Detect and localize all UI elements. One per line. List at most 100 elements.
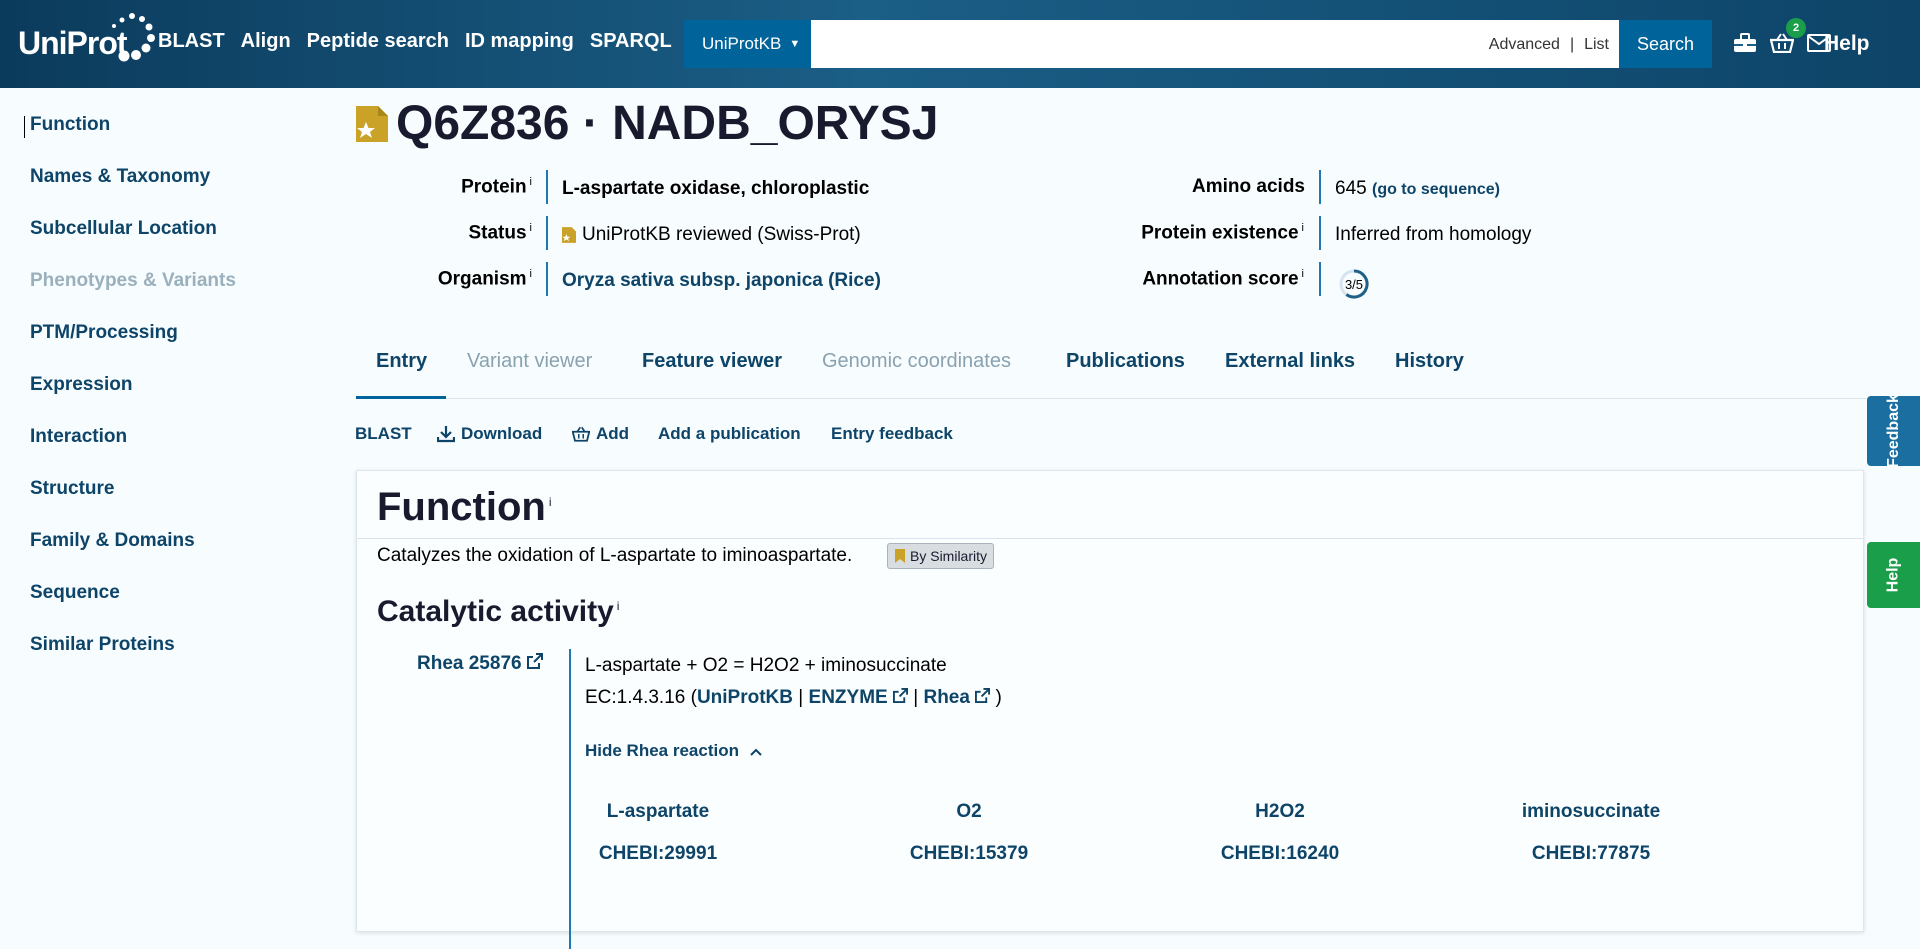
organism-link[interactable]: Oryza sativa subsp. japonica (Rice) <box>562 270 881 292</box>
divider <box>546 170 548 204</box>
nav-peptide-search[interactable]: Peptide search <box>307 30 449 53</box>
compound-h2o2: H2O2 CHEBI:16240 <box>1170 801 1390 865</box>
status-value: UniProtKB reviewed (Swiss-Prot) <box>562 224 861 246</box>
hide-rhea-reaction-toggle[interactable]: Hide Rhea reaction <box>585 741 762 761</box>
rhea-link[interactable]: Rhea 25876 <box>417 653 543 675</box>
protein-name: L-aspartate oxidase, chloroplastic <box>562 178 870 199</box>
bookmark-icon <box>895 549 905 563</box>
divider <box>546 216 548 250</box>
download-action-label: Download <box>461 424 543 443</box>
protein-existence-label-text: Protein existence <box>1141 222 1299 244</box>
chebi-link[interactable]: CHEBI:15379 <box>859 843 1079 865</box>
protein-label: Protein i <box>461 176 532 198</box>
sidebar-item-ptm-processing[interactable]: PTM/Processing <box>30 322 178 344</box>
ec-separator: | <box>793 687 809 708</box>
sidebar-item-expression[interactable]: Expression <box>30 374 132 396</box>
evidence-tag[interactable]: By Similarity <box>887 543 995 569</box>
amino-acids-label: Amino acids <box>1192 176 1305 197</box>
organism-label-text: Organism <box>437 268 527 290</box>
protein-label-text: Protein <box>461 176 527 198</box>
search-input[interactable]: Advanced | List <box>811 20 1619 68</box>
divider <box>569 649 571 949</box>
amino-acids-count: 645 <box>1335 178 1367 199</box>
ec-rhea-link[interactable]: Rhea <box>923 687 991 708</box>
search-button[interactable]: Search <box>1619 20 1712 68</box>
compound-name[interactable]: H2O2 <box>1170 801 1390 823</box>
database-select-label: UniProtKB <box>702 34 782 53</box>
ec-line: EC:1.4.3.16 (UniProtKB | ENZYME | Rhea ) <box>585 687 1002 709</box>
nav-id-mapping[interactable]: ID mapping <box>465 30 574 53</box>
chebi-link[interactable]: CHEBI:16240 <box>1170 843 1390 865</box>
ec-uniprotkb-link[interactable]: UniProtKB <box>697 687 793 708</box>
feedback-side-tab[interactable]: Feedback <box>1867 394 1920 468</box>
go-to-sequence-link[interactable]: (go to sequence) <box>1372 181 1500 198</box>
help-link[interactable]: Help <box>1824 32 1870 56</box>
tab-entry[interactable]: Entry <box>376 350 427 373</box>
database-select[interactable]: UniProtKB ▼ <box>684 20 811 68</box>
sidebar-item-structure[interactable]: Structure <box>30 478 114 500</box>
add-to-basket-action[interactable]: Add <box>572 424 629 444</box>
tab-feature-viewer[interactable]: Feature viewer <box>642 350 782 373</box>
advanced-search-link[interactable]: Advanced <box>1489 36 1560 54</box>
ec-prefix: EC:1.4.3.16 ( <box>585 687 697 708</box>
sidebar-item-family-domains[interactable]: Family & Domains <box>30 530 195 552</box>
tab-external-links[interactable]: External links <box>1225 350 1355 373</box>
list-search-link[interactable]: List <box>1584 36 1609 54</box>
info-icon[interactable]: i <box>1302 268 1304 280</box>
status-label: Status i <box>468 222 532 244</box>
download-action[interactable]: Download <box>437 424 542 444</box>
info-icon[interactable]: i <box>549 495 552 509</box>
reviewed-document-icon <box>356 106 388 142</box>
uniprot-logo[interactable]: UniProt <box>18 10 155 70</box>
sidebar-item-interaction[interactable]: Interaction <box>30 426 127 448</box>
evidence-tag-label: By Similarity <box>910 548 988 564</box>
help-side-tab-label: Help <box>1884 557 1902 593</box>
annotation-score-value: 3/5 <box>1344 277 1364 292</box>
sidebar-item-similar-proteins[interactable]: Similar Proteins <box>30 634 175 656</box>
sidebar-item-subcellular-location[interactable]: Subcellular Location <box>30 218 217 240</box>
ec-enzyme-link[interactable]: ENZYME <box>809 687 908 708</box>
info-icon[interactable]: i <box>530 176 532 188</box>
rhea-link-label: Rhea 25876 <box>417 653 522 674</box>
tab-publications[interactable]: Publications <box>1066 350 1185 373</box>
sidebar-item-function[interactable]: Function <box>23 114 110 138</box>
info-icon[interactable]: i <box>617 599 620 613</box>
chebi-link[interactable]: CHEBI:29991 <box>548 843 768 865</box>
info-icon[interactable]: i <box>1302 222 1304 234</box>
active-tab-indicator <box>356 396 446 399</box>
feedback-side-tab-label: Feedback <box>1884 394 1902 468</box>
help-side-tab[interactable]: Help <box>1867 542 1920 608</box>
catalytic-activity-heading: Catalytic activity i <box>377 595 619 629</box>
function-heading: Function i <box>377 485 552 530</box>
entry-feedback-action[interactable]: Entry feedback <box>831 424 953 444</box>
compound-name[interactable]: O2 <box>859 801 1079 823</box>
tab-history[interactable]: History <box>1395 350 1464 373</box>
add-publication-action[interactable]: Add a publication <box>658 424 801 444</box>
basket-count-badge: 2 <box>1786 18 1806 38</box>
download-icon <box>437 426 455 443</box>
nav-blast[interactable]: BLAST <box>158 30 225 53</box>
annotation-score-label-text: Annotation score <box>1142 268 1299 290</box>
sidebar-item-names-taxonomy[interactable]: Names & Taxonomy <box>30 166 210 188</box>
organism-label: Organism i <box>438 268 532 290</box>
divider <box>357 538 1863 539</box>
protein-existence-label: Protein existence i <box>1141 222 1304 244</box>
external-link-icon <box>975 688 991 703</box>
toolbox-icon[interactable] <box>1733 32 1757 54</box>
compound-o2: O2 CHEBI:15379 <box>859 801 1079 865</box>
nav-sparql[interactable]: SPARQL <box>590 30 672 53</box>
compound-name[interactable]: L-aspartate <box>548 801 768 823</box>
sidebar-item-sequence[interactable]: Sequence <box>30 582 120 604</box>
compound-name[interactable]: iminosuccinate <box>1481 801 1701 823</box>
divider <box>546 262 548 296</box>
function-heading-text: Function <box>377 485 546 529</box>
entry-tabs: Entry Variant viewer Feature viewer Geno… <box>356 340 1866 399</box>
nav-align[interactable]: Align <box>241 30 291 53</box>
blast-action[interactable]: BLAST <box>355 424 412 444</box>
ec-enzyme-label: ENZYME <box>808 687 888 708</box>
info-icon[interactable]: i <box>530 222 532 234</box>
logo-dots-icon <box>112 13 155 62</box>
info-icon[interactable]: i <box>530 268 532 280</box>
caret-down-icon: ▼ <box>789 38 801 50</box>
chebi-link[interactable]: CHEBI:77875 <box>1481 843 1701 865</box>
